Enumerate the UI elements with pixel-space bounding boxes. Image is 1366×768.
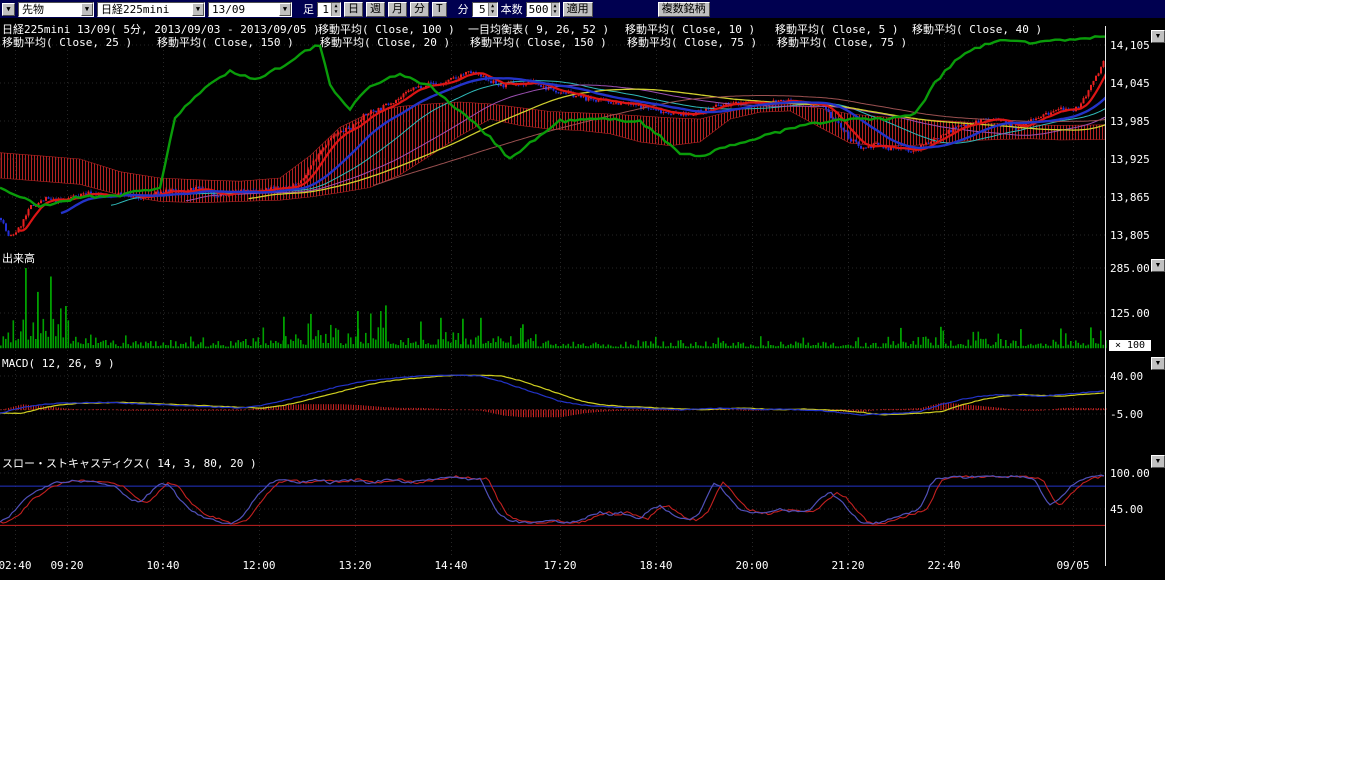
- chevron-down-icon: ▼: [192, 3, 204, 16]
- category-select-value: 先物: [22, 3, 44, 16]
- chevron-down-icon: ▼: [279, 3, 291, 16]
- period-month-button[interactable]: 月: [388, 2, 407, 17]
- spin-down-icon: ▼: [332, 9, 340, 15]
- chevron-down-icon: ▼: [81, 3, 93, 16]
- time-axis-label: 13:20: [338, 559, 371, 572]
- bars-input[interactable]: 500 ▲▼: [526, 2, 560, 17]
- minute-value: 5: [473, 3, 488, 16]
- period-week-button[interactable]: 週: [366, 2, 385, 17]
- time-axis-label: 20:00: [735, 559, 768, 572]
- time-axis-label: 10:40: [146, 559, 179, 572]
- apply-button[interactable]: 適用: [563, 2, 593, 17]
- price-axis-label: 13,805: [1110, 229, 1150, 242]
- macd-pane-label: MACD( 12, 26, 9 ): [2, 357, 115, 370]
- stoch-pane-label: スロー・ストキャスティクス( 14, 3, 80, 20 ): [2, 455, 257, 471]
- time-axis-label: 22:40: [927, 559, 960, 572]
- chart-canvas[interactable]: [0, 18, 1165, 580]
- volume-pane-menu-arrow[interactable]: ▼: [1151, 259, 1165, 272]
- volume-multiplier-badge: × 100: [1108, 339, 1152, 352]
- time-axis-label: 09/05: [1056, 559, 1089, 572]
- bars-label: 本数: [501, 1, 523, 17]
- period-minute-button[interactable]: 分: [410, 2, 429, 17]
- period-tick-button[interactable]: T: [432, 2, 447, 17]
- price-pane-menu-arrow[interactable]: ▼: [1151, 30, 1165, 43]
- price-axis-label: 14,105: [1110, 39, 1150, 52]
- interval-spinner[interactable]: ▲▼: [331, 3, 340, 16]
- interval-value: 1: [318, 3, 331, 16]
- time-axis-label: 21:20: [831, 559, 864, 572]
- stoch-axis-label: 45.00: [1110, 503, 1143, 516]
- contract-select-value: 13/09: [212, 3, 245, 16]
- price-axis-label: 13,865: [1110, 191, 1150, 204]
- minute-label: 分: [458, 1, 469, 17]
- time-axis-label: 17:20: [543, 559, 576, 572]
- macd-axis-label: 40.00: [1110, 370, 1143, 383]
- volume-axis-label: 125.00: [1110, 307, 1150, 320]
- price-axis-label: 14,045: [1110, 77, 1150, 90]
- trading-chart-app: ▼ 先物 ▼ 日経225mini ▼ 13/09 ▼ 足 1 ▲▼ 日 週 月 …: [0, 0, 1165, 580]
- time-axis-label: 14:40: [434, 559, 467, 572]
- minute-spinner[interactable]: ▲▼: [488, 3, 497, 16]
- category-select[interactable]: 先物 ▼: [18, 2, 94, 17]
- interval-input[interactable]: 1 ▲▼: [317, 2, 341, 17]
- stoch-axis-label: 100.00: [1110, 467, 1150, 480]
- time-axis-label: 18:40: [639, 559, 672, 572]
- minute-input[interactable]: 5 ▲▼: [472, 2, 498, 17]
- macd-axis-label: -5.00: [1110, 408, 1143, 421]
- spin-down-icon: ▼: [489, 9, 497, 15]
- price-axis-label: 13,985: [1110, 115, 1150, 128]
- symbol-select[interactable]: 日経225mini ▼: [97, 2, 205, 17]
- bars-value: 500: [527, 3, 551, 16]
- window-menu-button[interactable]: ▼: [2, 3, 15, 16]
- period-day-button[interactable]: 日: [344, 2, 363, 17]
- time-axis-label: 02:40: [0, 559, 32, 572]
- multi-symbol-button[interactable]: 複数銘柄: [658, 2, 710, 17]
- contract-select[interactable]: 13/09 ▼: [208, 2, 292, 17]
- spin-down-icon: ▼: [552, 9, 559, 15]
- chart-region: 日経225mini 13/09( 5分, 2013/09/03 - 2013/0…: [0, 18, 1165, 580]
- time-axis-label: 09:20: [50, 559, 83, 572]
- price-axis-label: 13,925: [1110, 153, 1150, 166]
- time-axis-label: 12:00: [242, 559, 275, 572]
- volume-axis-label: 285.00: [1110, 262, 1150, 275]
- volume-pane-label: 出来高: [2, 250, 35, 266]
- toolbar: ▼ 先物 ▼ 日経225mini ▼ 13/09 ▼ 足 1 ▲▼ 日 週 月 …: [0, 0, 1165, 18]
- ashi-label: 足: [303, 1, 314, 17]
- stoch-pane-menu-arrow[interactable]: ▼: [1151, 455, 1165, 468]
- macd-pane-menu-arrow[interactable]: ▼: [1151, 357, 1165, 370]
- bars-spinner[interactable]: ▲▼: [551, 3, 559, 16]
- symbol-select-value: 日経225mini: [101, 3, 169, 16]
